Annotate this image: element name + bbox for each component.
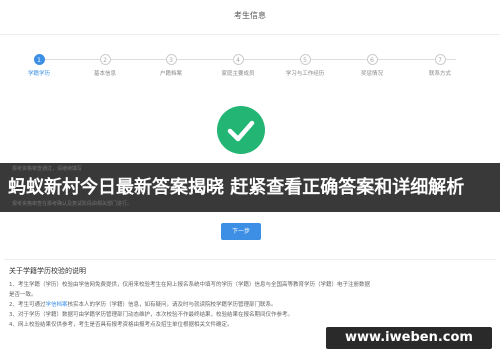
site-watermark: www.iweben.com (326, 327, 492, 349)
note-text: 核实本人的学历（学籍）信息，如有疑问，请及时与就读院校学籍学历管理部门联系。 (67, 302, 277, 308)
checkmark-icon (227, 120, 255, 142)
step-6[interactable]: 6 奖惩情况 (340, 54, 404, 77)
step-label: 基本信息 (93, 71, 116, 77)
step-3[interactable]: 3 户籍档案 (139, 54, 203, 77)
step-1[interactable]: 1 学籍学历 (7, 54, 71, 77)
step-label: 家庭主要成员 (221, 71, 255, 77)
header-divider (0, 34, 500, 35)
next-step-button[interactable]: 下一步 (221, 223, 261, 240)
check-circle-icon (217, 106, 265, 154)
note-line: 1、考生学籍（学历）校验由学信网免费提供，仅用来校验考生在网上报名系统中填写的学… (9, 282, 371, 288)
step-number: 6 (366, 54, 378, 65)
step-number: 7 (434, 54, 446, 65)
step-5[interactable]: 5 学习与工作经历 (273, 54, 337, 77)
banner-faint-text-1: 报考资格审查通过，请继续填写 (12, 166, 83, 172)
note-text: 2、考生可通过 (9, 302, 46, 308)
step-7[interactable]: 7 联系方式 (408, 54, 472, 77)
step-number: 5 (299, 54, 311, 65)
step-label: 联系方式 (428, 71, 451, 77)
step-label: 学籍学历 (27, 71, 50, 77)
banner-faint-text-2: 报考资格审查在报考确认及复试阶段由相关部门进行。 (12, 201, 133, 207)
step-number: 2 (99, 54, 111, 65)
step-4[interactable]: 4 家庭主要成员 (206, 54, 270, 77)
notes-section: 关于学籍学历校验的说明 1、考生学籍（学历）校验由学信网免费提供，仅用来校验考生… (9, 266, 493, 330)
step-label: 户籍档案 (159, 71, 182, 77)
section-divider (4, 259, 496, 260)
headline-banner: 报考资格审查通过，请继续填写 蚂蚁新村今日最新答案揭晓 赶紧查看正确答案和详细解… (0, 163, 500, 212)
step-number: 1 (33, 54, 45, 65)
progress-stepper: 1 学籍学历 2 基本信息 3 户籍档案 4 家庭主要成员 5 学习与工作经历 … (0, 54, 500, 84)
step-number: 3 (165, 54, 177, 65)
note-line: 2、考生可通过学信档案核实本人的学历（学籍）信息，如有疑问，请及时与就读院校学籍… (9, 300, 493, 310)
note-line: 3、对于学历（学籍）数据可由学籍学历管理部门动态维护，本次校验不作最终结果，校验… (9, 312, 294, 318)
xuexin-archive-link[interactable]: 学信档案 (46, 302, 68, 308)
notes-heading: 关于学籍学历校验的说明 (9, 267, 86, 275)
step-label: 奖惩情况 (360, 71, 383, 77)
step-label: 学习与工作经历 (285, 71, 325, 77)
step-number: 4 (232, 54, 244, 65)
page-title: 考生信息 (234, 11, 266, 20)
banner-title: 蚂蚁新村今日最新答案揭晓 赶紧查看正确答案和详细解析 (8, 177, 465, 198)
note-line: 是否一致。 (9, 292, 37, 298)
step-2[interactable]: 2 基本信息 (73, 54, 137, 77)
